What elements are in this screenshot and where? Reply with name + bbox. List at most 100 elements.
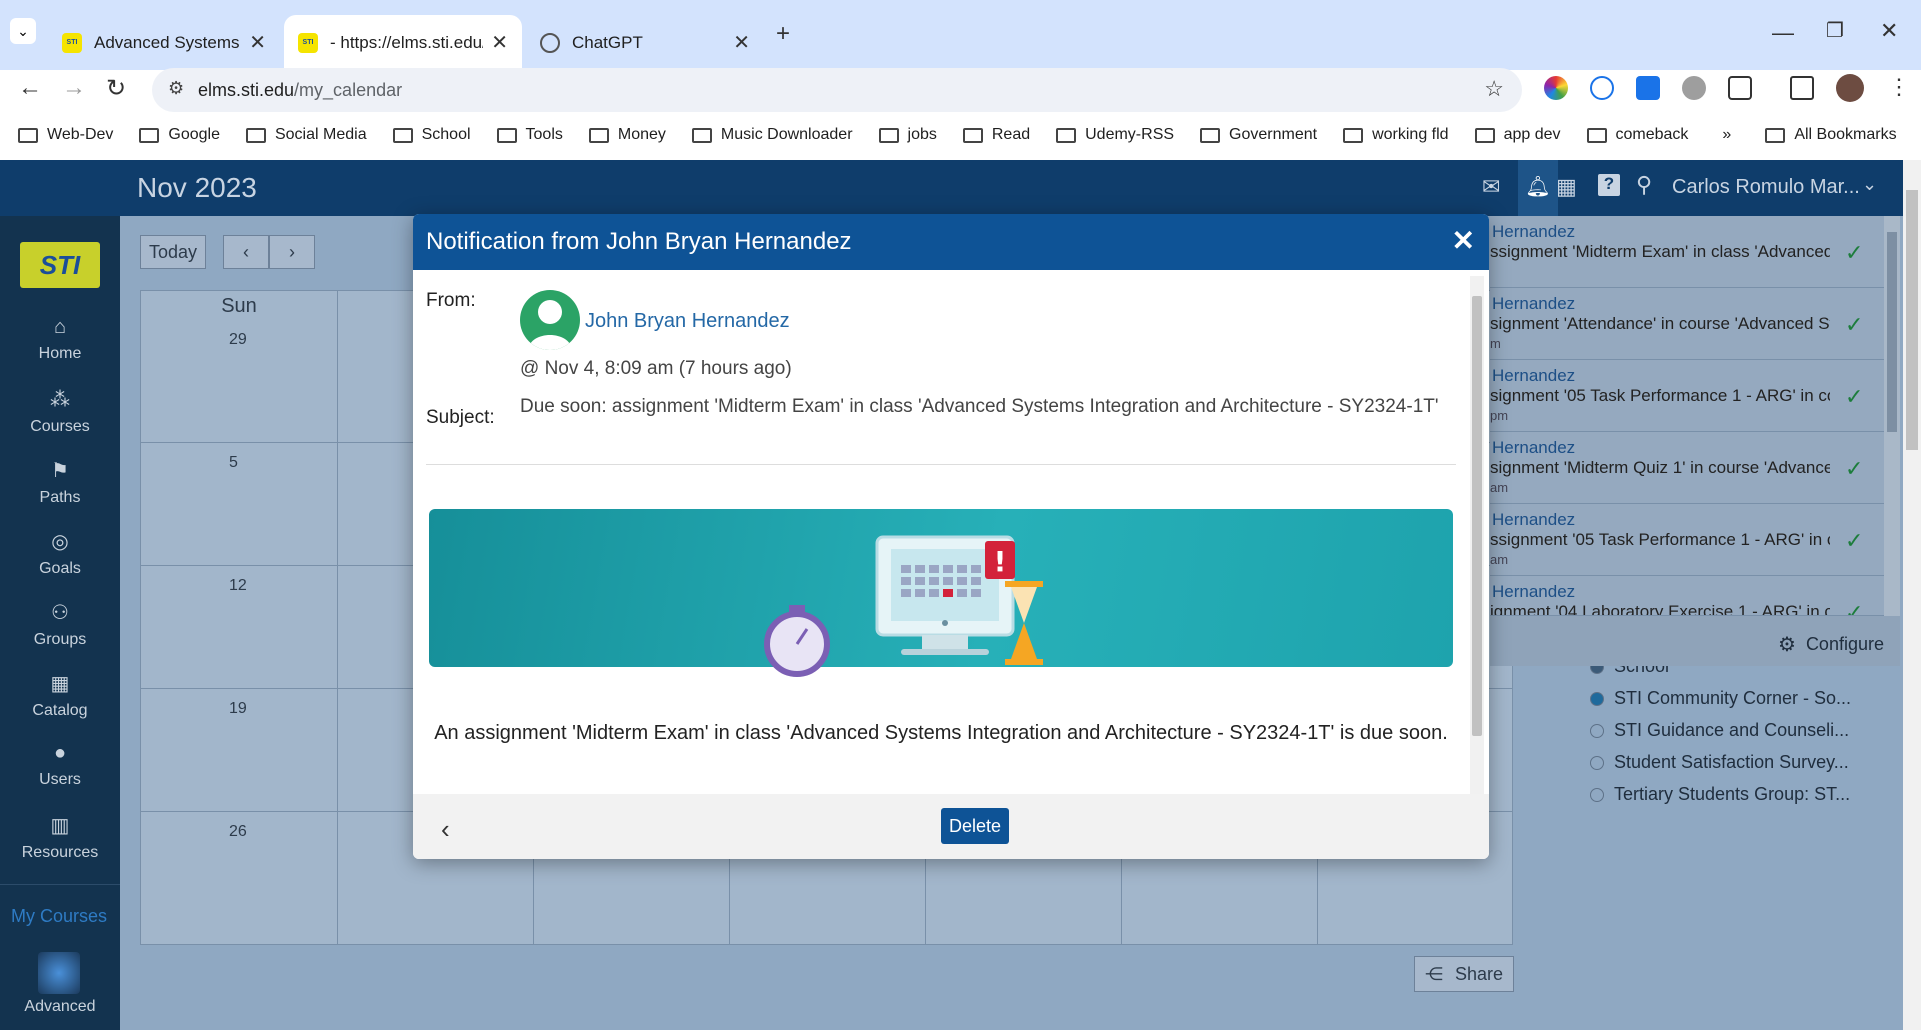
group-item[interactable]: STI Guidance and Counseli...	[1590, 720, 1849, 741]
check-icon[interactable]: ✓	[1845, 312, 1863, 338]
share-button[interactable]: ⋲ Share	[1414, 956, 1514, 992]
mail-icon[interactable]: ✉	[1482, 174, 1500, 200]
group-item[interactable]: STI Community Corner - So...	[1590, 688, 1851, 709]
bookmark-folder[interactable]: Google	[139, 126, 220, 144]
bookmark-folder[interactable]: Social Media	[245, 126, 367, 144]
check-icon[interactable]: ✓	[1845, 384, 1863, 410]
group-item[interactable]: Student Satisfaction Survey...	[1590, 752, 1849, 773]
tab-chatgpt[interactable]: ChatGPT ✕	[526, 15, 764, 70]
sidebar-item-courses[interactable]: ⁂ Courses	[0, 387, 120, 436]
notification-item[interactable]: Hernandez signment 'Midterm Quiz 1' in co…	[1490, 432, 1900, 504]
notification-item[interactable]: Hernandez ssignment '05 Task Performance …	[1490, 504, 1900, 576]
sidebar-item-groups[interactable]: ⚇ Groups	[0, 600, 120, 649]
check-icon[interactable]: ✓	[1845, 528, 1863, 554]
close-tab-icon[interactable]: ✕	[733, 30, 750, 55]
sidebar-item-resources[interactable]: ▥ Resources	[0, 813, 120, 862]
minimize-icon[interactable]: —	[1772, 20, 1794, 46]
chevron-down-icon[interactable]: ⌄	[1862, 174, 1877, 195]
notification-scrollbar[interactable]	[1884, 216, 1900, 616]
close-tab-icon[interactable]: ✕	[491, 30, 508, 55]
day-number[interactable]: 29	[229, 331, 247, 349]
bookmark-folder[interactable]: jobs	[878, 126, 937, 144]
tab-search-icon[interactable]: ⌄	[10, 18, 36, 44]
day-number[interactable]: 19	[229, 700, 247, 718]
bookmark-folder[interactable]: School	[392, 126, 471, 144]
sender-name-link[interactable]: John Bryan Hernandez	[585, 310, 790, 333]
today-button[interactable]: Today	[140, 235, 206, 269]
tab-advanced-systems[interactable]: STI Advanced Systems Integration ✕	[48, 15, 280, 70]
modal-scrollbar[interactable]	[1470, 276, 1484, 794]
side-panel-icon[interactable]	[1790, 76, 1814, 100]
resources-icon: ▥	[50, 815, 70, 837]
sidebar-item-goals[interactable]: ◎ Goals	[0, 529, 120, 578]
configure-button[interactable]: ⚙ Configure	[1778, 632, 1884, 657]
user-name[interactable]: Carlos Romulo Mar...	[1672, 176, 1860, 199]
tab-calendar[interactable]: STI - https://elms.sti.edu/my_calen ✕	[284, 15, 522, 70]
bookmark-folder[interactable]: working fld	[1343, 126, 1449, 144]
calendar-icon[interactable]: ▦	[1556, 174, 1577, 200]
day-number[interactable]: 5	[229, 454, 238, 472]
page-scrollbar[interactable]	[1903, 160, 1921, 1030]
help-icon[interactable]: ?	[1598, 174, 1620, 196]
address-bar[interactable]: ⚙ elms.sti.edu/my_calendar ☆	[152, 68, 1522, 112]
chevron-left-icon[interactable]: ‹	[441, 814, 450, 845]
app-header: Nov 2023 ✉ 🔔︎ ▦ ? ⚲ Carlos Romulo Mar...…	[0, 160, 1921, 216]
my-courses-label[interactable]: My Courses	[11, 906, 107, 927]
course-label[interactable]: Advanced	[0, 998, 120, 1016]
notification-item[interactable]: Hernandez ignment '04 Laboratory Exercise…	[1490, 576, 1900, 616]
all-bookmarks[interactable]: All Bookmarks	[1765, 126, 1897, 144]
forward-arrow-icon[interactable]: →	[62, 74, 86, 102]
bookmark-folder[interactable]: Money	[588, 126, 666, 144]
folder-icon	[1200, 127, 1221, 143]
bookmark-folder[interactable]: Read	[962, 126, 1030, 144]
site-info-icon[interactable]: ⚙	[168, 78, 184, 99]
group-item[interactable]: Tertiary Students Group: ST...	[1590, 784, 1850, 805]
extensions-puzzle-icon[interactable]	[1728, 76, 1752, 100]
day-number[interactable]: 12	[229, 577, 247, 595]
profile-avatar[interactable]	[1836, 74, 1864, 102]
sidebar-item-paths[interactable]: ⚑ Paths	[0, 458, 120, 507]
notification-bell-icon[interactable]: 🔔︎	[1518, 160, 1558, 216]
bookmark-folder[interactable]: Music Downloader	[691, 126, 853, 144]
sti-favicon-icon: STI	[62, 32, 82, 53]
bookmark-folder[interactable]: app dev	[1474, 126, 1561, 144]
bug-extension-icon[interactable]	[1682, 76, 1706, 100]
bookmark-star-icon[interactable]: ☆	[1484, 76, 1504, 102]
course-thumbnail[interactable]	[38, 952, 80, 994]
folder-icon	[962, 127, 983, 143]
bookmark-folder[interactable]: comeback	[1586, 126, 1688, 144]
search-icon[interactable]: ⚲	[1636, 172, 1652, 198]
sti-logo[interactable]: STI	[20, 242, 100, 288]
check-icon[interactable]: ✓	[1845, 240, 1863, 266]
avatar[interactable]	[520, 290, 580, 350]
new-tab-button[interactable]: +	[776, 20, 790, 48]
bookmark-folder[interactable]: Udemy-RSS	[1056, 126, 1174, 144]
restore-icon[interactable]: ❐	[1826, 18, 1844, 43]
sidebar-item-home[interactable]: ⌂ Home	[0, 316, 120, 363]
notification-item[interactable]: Hernandez signment '05 Task Performance 1…	[1490, 360, 1900, 432]
prev-month-button[interactable]: ‹	[223, 235, 269, 269]
bookmark-folder[interactable]: Tools	[496, 126, 563, 144]
back-arrow-icon[interactable]: ←	[18, 74, 42, 102]
check-icon[interactable]: ✓	[1845, 600, 1863, 615]
sidebar-item-users[interactable]: ● Users	[0, 742, 120, 789]
check-icon[interactable]: ✓	[1845, 456, 1863, 482]
color-extension-icon[interactable]	[1544, 76, 1568, 100]
bookmarks-overflow-button[interactable]: »	[1722, 126, 1731, 144]
sidebar-item-catalog[interactable]: ▦ Catalog	[0, 671, 120, 720]
fi-extension-icon[interactable]	[1636, 76, 1660, 100]
menu-kebab-icon[interactable]: ⋮	[1888, 74, 1910, 100]
close-window-icon[interactable]: ✕	[1880, 18, 1898, 44]
close-icon[interactable]: ✕	[1452, 224, 1475, 257]
notification-item[interactable]: Hernandez ssignment 'Midterm Exam' in cla…	[1490, 216, 1900, 288]
close-tab-icon[interactable]: ✕	[249, 30, 266, 55]
bookmark-folder[interactable]: Government	[1200, 126, 1317, 144]
day-number[interactable]: 26	[229, 823, 247, 841]
reload-icon[interactable]: ↻	[106, 74, 126, 103]
grammar-extension-icon[interactable]	[1590, 76, 1614, 100]
catalog-icon: ▦	[50, 673, 70, 695]
next-month-button[interactable]: ›	[269, 235, 315, 269]
delete-button[interactable]: Delete	[941, 808, 1009, 844]
bookmark-folder[interactable]: Web-Dev	[18, 126, 113, 144]
notification-item[interactable]: Hernandez signment 'Attendance' in course…	[1490, 288, 1900, 360]
